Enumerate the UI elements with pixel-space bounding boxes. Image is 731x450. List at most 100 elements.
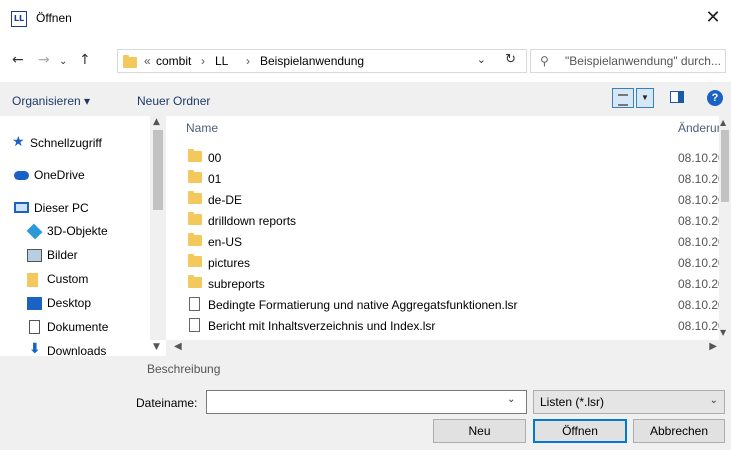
new-folder-button[interactable]: Neuer Ordner (137, 94, 210, 108)
file-date: 08.10.20 (678, 193, 725, 207)
sidebar-item-label: OneDrive (34, 168, 85, 182)
list-item[interactable]: subreports 08.10.20 (166, 273, 731, 294)
scroll-left-icon[interactable]: ◀ (174, 341, 182, 352)
file-date: 08.10.20 (678, 172, 725, 186)
refresh-icon[interactable]: ↻ (505, 52, 516, 67)
sidebar-item-label: Bilder (47, 248, 78, 262)
cancel-button[interactable]: Abbrechen (633, 419, 725, 443)
breadcrumb-ll[interactable]: LL (215, 54, 228, 68)
list-item[interactable]: Bedingte Formatierung und native Aggrega… (166, 294, 731, 315)
filetype-value: Listen (*.lsr) (540, 395, 605, 409)
file-date: 08.10.20 (678, 319, 725, 333)
scroll-down-icon[interactable]: ▼ (720, 328, 726, 337)
filename-label: Dateiname: (136, 396, 198, 410)
scroll-right-icon[interactable]: ▶ (709, 341, 717, 352)
file-name: 00 (208, 151, 222, 165)
column-header-name[interactable]: Name (186, 121, 218, 135)
folder-icon (27, 273, 38, 287)
folder-icon (188, 170, 202, 183)
file-date: 08.10.20 (678, 277, 725, 291)
file-list-vertical-scrollbar[interactable]: ▲ ▼ (719, 116, 731, 340)
document-icon (189, 297, 200, 311)
scroll-up-icon[interactable]: ▲ (153, 117, 160, 127)
computer-icon (14, 202, 29, 213)
app-icon: LL (11, 11, 27, 27)
breadcrumb-overflow[interactable]: « (144, 54, 151, 68)
close-icon[interactable]: ✕ (701, 7, 725, 31)
file-date: 08.10.20 (678, 298, 725, 312)
sidebar-item-label: Schnellzugriff (30, 136, 102, 150)
file-name: de-DE (208, 193, 243, 207)
scrollbar-thumb[interactable] (721, 130, 729, 202)
sidebar-item-label: Custom (47, 272, 89, 286)
file-list: ^ Name Änderur 00 08.10.20 01 08.10.20 d… (166, 116, 731, 340)
sidebar-item-label: 3D-Objekte (47, 224, 108, 238)
new-button[interactable]: Neu (433, 419, 526, 443)
folder-icon (188, 191, 202, 204)
filename-input[interactable] (206, 390, 527, 414)
sidebar-item-label: Dieser PC (34, 201, 89, 215)
preview-pane-icon[interactable] (670, 91, 684, 103)
sidebar-item-label: Downloads (47, 344, 107, 356)
breadcrumb-separator[interactable]: › (201, 54, 205, 68)
address-dropdown-chevron-icon[interactable]: ⌄ (477, 53, 486, 66)
cube-icon (26, 223, 43, 240)
view-dropdown-icon[interactable]: ▼ (636, 88, 654, 108)
file-name: pictures (208, 256, 251, 270)
file-date: 08.10.20 (678, 151, 725, 165)
help-icon[interactable]: ? (707, 90, 723, 106)
file-list-horizontal-scrollbar[interactable]: ◀ ▶ (166, 340, 731, 356)
filename-dropdown-chevron-icon[interactable]: ⌄ (507, 394, 515, 405)
documents-icon (29, 320, 40, 334)
recent-locations-chevron-icon[interactable]: ⌄ (59, 56, 67, 67)
address-bar[interactable]: « combit › LL › Beispielanwendung ⌄ ↻ (117, 49, 527, 73)
file-name: Bericht mit Inhaltsverzeichnis und Index… (208, 319, 436, 333)
scrollbar-thumb[interactable] (153, 130, 163, 210)
file-name: drilldown reports (208, 214, 297, 228)
chevron-down-icon: ⌄ (709, 395, 718, 406)
window-title: Öffnen (36, 11, 72, 25)
sidebar-item-label: Dokumente (47, 320, 109, 334)
open-button[interactable]: Öffnen (533, 419, 627, 443)
scroll-up-icon[interactable]: ▲ (720, 118, 726, 127)
cloud-icon (14, 171, 29, 180)
list-item[interactable]: en-US 08.10.20 (166, 231, 731, 252)
sort-ascending-icon: ^ (452, 116, 460, 123)
star-icon: ★ (12, 134, 25, 150)
list-item[interactable]: pictures 08.10.20 (166, 252, 731, 273)
list-item[interactable]: 00 08.10.20 (166, 147, 731, 168)
title-bar: LL Öffnen ✕ (0, 0, 731, 38)
sidebar-scrollbar[interactable]: ▲ ▼ (150, 116, 166, 352)
list-item[interactable]: Bericht mit Inhaltsverzeichnis und Index… (166, 315, 731, 336)
folder-icon (188, 149, 202, 162)
sidebar-item-label: Desktop (47, 296, 92, 310)
scroll-down-icon[interactable]: ▼ (153, 342, 160, 352)
folder-icon (188, 212, 202, 225)
column-header-date-modified[interactable]: Änderur (678, 121, 721, 135)
list-item[interactable]: de-DE 08.10.20 (166, 189, 731, 210)
forward-arrow-icon[interactable]: → (38, 52, 50, 68)
organize-menu-button[interactable]: Organisieren ▾ (12, 94, 90, 108)
folder-icon (188, 233, 202, 246)
breadcrumb-beispielanwendung[interactable]: Beispielanwendung (260, 54, 364, 68)
breadcrumb-combit[interactable]: combit (156, 54, 191, 68)
file-date: 08.10.20 (678, 235, 725, 249)
list-item[interactable]: 01 08.10.20 (166, 168, 731, 189)
back-arrow-icon[interactable]: ← (12, 52, 24, 68)
dialog-footer: Beschreibung Dateiname: ⌄ Listen (*.lsr)… (0, 356, 731, 450)
list-item[interactable]: drilldown reports 08.10.20 (166, 210, 731, 231)
file-name: Bedingte Formatierung und native Aggrega… (208, 298, 518, 312)
description-label: Beschreibung (147, 362, 221, 376)
search-icon: ⚲ (540, 54, 549, 68)
up-arrow-icon[interactable]: ↑ (79, 52, 91, 68)
search-input[interactable]: ⚲ "Beispielanwendung" durch... (530, 49, 726, 73)
search-placeholder: "Beispielanwendung" durch... (565, 54, 721, 68)
pictures-icon (27, 249, 42, 262)
file-name: en-US (208, 235, 243, 249)
navigation-pane: ★ Schnellzugriff OneDrive Dieser PC 3D-O… (0, 116, 150, 356)
view-details-icon[interactable] (612, 88, 634, 108)
folder-icon (188, 275, 202, 288)
filetype-select[interactable]: Listen (*.lsr) ⌄ (533, 390, 725, 414)
downloads-icon: ⬇ (29, 341, 41, 356)
breadcrumb-separator[interactable]: › (246, 54, 250, 68)
